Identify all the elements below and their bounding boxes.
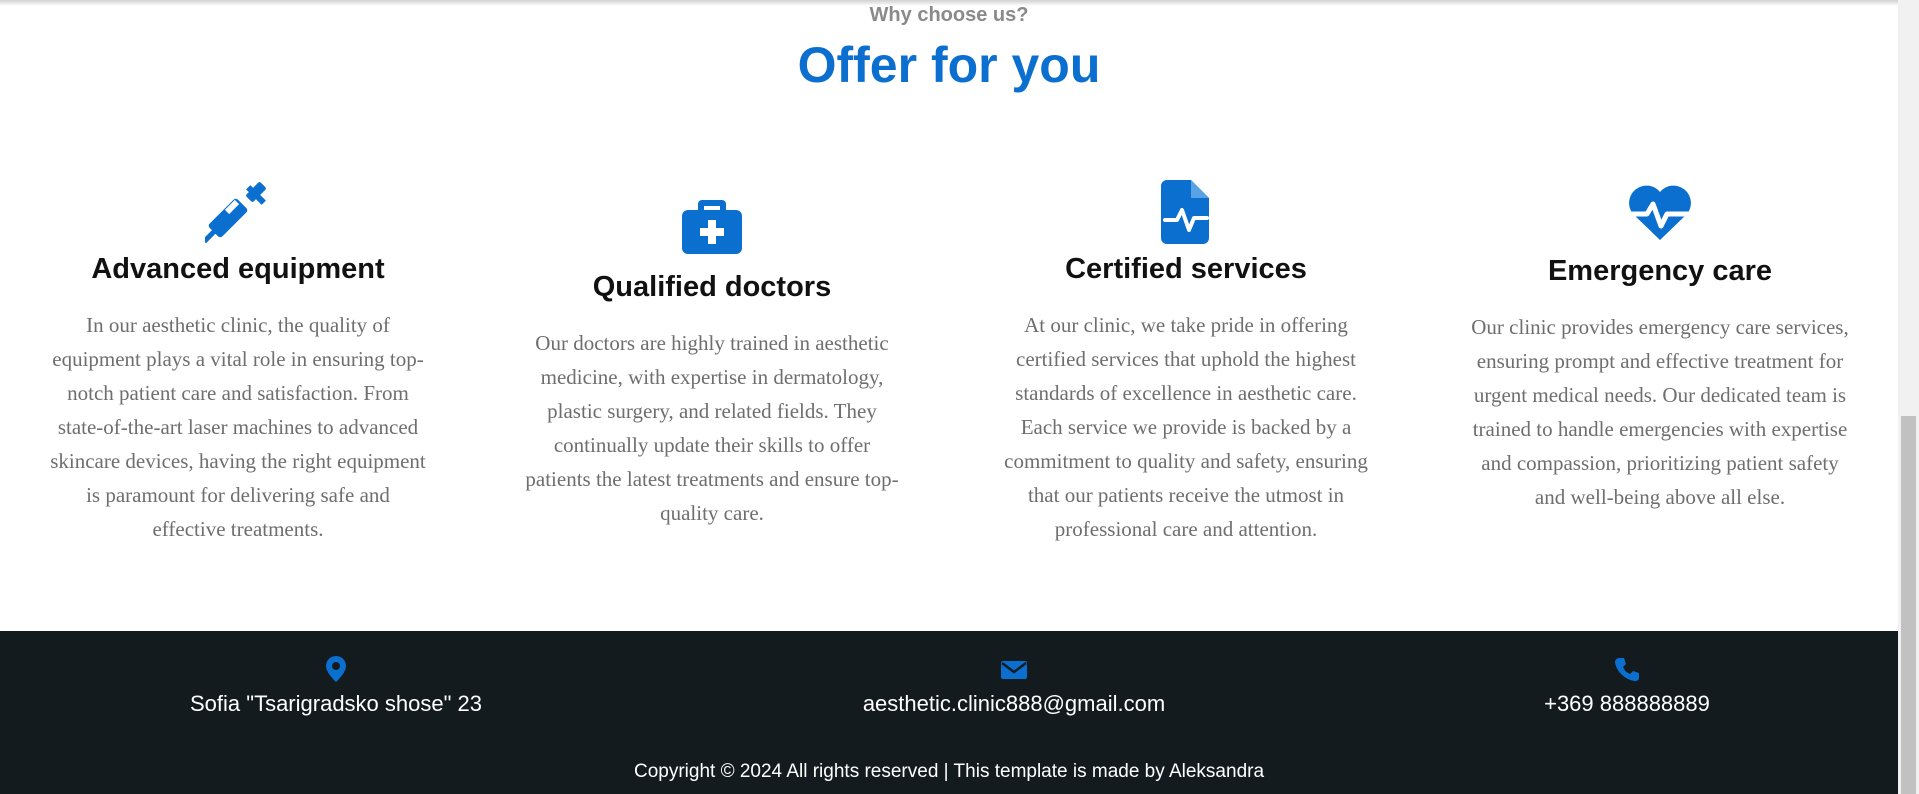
- footer-phone: +369 888888889: [1417, 656, 1837, 717]
- feature-title: Certified services: [1065, 253, 1307, 285]
- envelope-icon: [1001, 661, 1027, 679]
- medical-file-icon: [1161, 180, 1209, 244]
- feature-title: Advanced equipment: [91, 253, 385, 285]
- feature-card-certified-services: Certified services At our clinic, we tak…: [996, 180, 1376, 546]
- feature-card-qualified-doctors: Qualified doctors Our doctors are highly…: [522, 196, 902, 530]
- page: Why choose us? Offer for you Advanced eq…: [0, 0, 1898, 794]
- copyright-text: Copyright © 2024 All rights reserved | T…: [633, 761, 1265, 782]
- heart-pulse-icon: [1627, 185, 1693, 240]
- site-footer: Sofia "Tsarigradsko shose" 23 aesthetic.…: [0, 631, 1898, 794]
- map-marker-icon: [326, 656, 346, 682]
- feature-title: Qualified doctors: [592, 271, 832, 303]
- medical-kit-icon: [682, 200, 742, 254]
- page-scrollbar[interactable]: [1898, 0, 1919, 794]
- phone-icon: [1615, 658, 1639, 681]
- footer-address: Sofia "Tsarigradsko shose" 23: [126, 656, 546, 717]
- email-link[interactable]: aesthetic.clinic888@gmail.com: [804, 691, 1224, 717]
- address-text: Sofia "Tsarigradsko shose" 23: [190, 691, 482, 716]
- footer-email: aesthetic.clinic888@gmail.com: [804, 656, 1224, 717]
- feature-card-advanced-equipment: Advanced equipment In our aesthetic clin…: [48, 180, 428, 546]
- features-grid: Advanced equipment In our aesthetic clin…: [0, 0, 1898, 630]
- feature-description: In our aesthetic clinic, the quality of …: [50, 313, 426, 541]
- scrollbar-thumb[interactable]: [1901, 416, 1916, 794]
- feature-title: Emergency care: [1547, 255, 1773, 287]
- feature-card-emergency-care: Emergency care Our clinic provides emerg…: [1470, 184, 1850, 514]
- feature-description: Our clinic provides emergency care servi…: [1471, 315, 1849, 509]
- feature-description: At our clinic, we take pride in offering…: [1004, 313, 1368, 541]
- syringe-icon: [205, 182, 266, 244]
- phone-link[interactable]: +369 888888889: [1417, 691, 1837, 717]
- feature-description: Our doctors are highly trained in aesthe…: [525, 331, 899, 525]
